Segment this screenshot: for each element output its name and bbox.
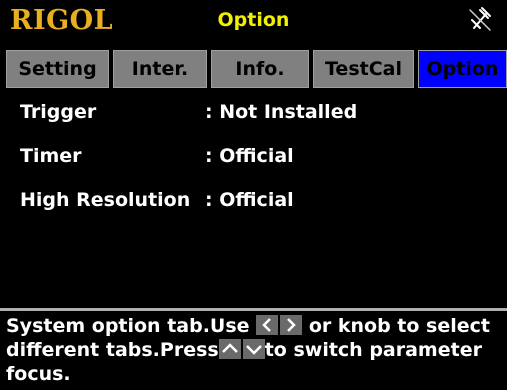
tab-bar: Setting Inter. Info. TestCal Option (6, 50, 507, 88)
usb-disconnected-icon (469, 7, 491, 31)
help-text: System option tab.Use or knob to select … (6, 314, 503, 386)
help-text-part1: System option tab.Use (6, 315, 250, 337)
option-name: High Resolution (20, 189, 191, 211)
down-arrow-key-icon (242, 339, 265, 359)
option-row-timer[interactable]: Timer : Official (0, 136, 507, 180)
left-arrow-key-icon (256, 315, 279, 335)
up-arrow-key-icon (218, 339, 241, 359)
option-status: : Official (205, 189, 294, 211)
screen-title: Option (217, 9, 290, 31)
option-list: Trigger : Not Installed Timer : Official… (0, 92, 507, 224)
tab-option[interactable]: Option (418, 50, 507, 88)
title-bar: RIGOL Option (0, 0, 507, 44)
option-status: : Official (205, 145, 294, 167)
tab-info[interactable]: Info. (211, 50, 309, 88)
help-divider (0, 308, 507, 311)
option-name: Timer (20, 145, 82, 167)
tab-testcal[interactable]: TestCal (313, 50, 414, 88)
right-arrow-key-icon (280, 315, 303, 335)
option-row-trigger[interactable]: Trigger : Not Installed (0, 92, 507, 136)
tab-setting[interactable]: Setting (6, 50, 109, 88)
tab-interface[interactable]: Inter. (113, 50, 207, 88)
option-status: : Not Installed (205, 101, 358, 123)
option-row-high-resolution[interactable]: High Resolution : Official (0, 180, 507, 224)
option-name: Trigger (20, 101, 97, 123)
